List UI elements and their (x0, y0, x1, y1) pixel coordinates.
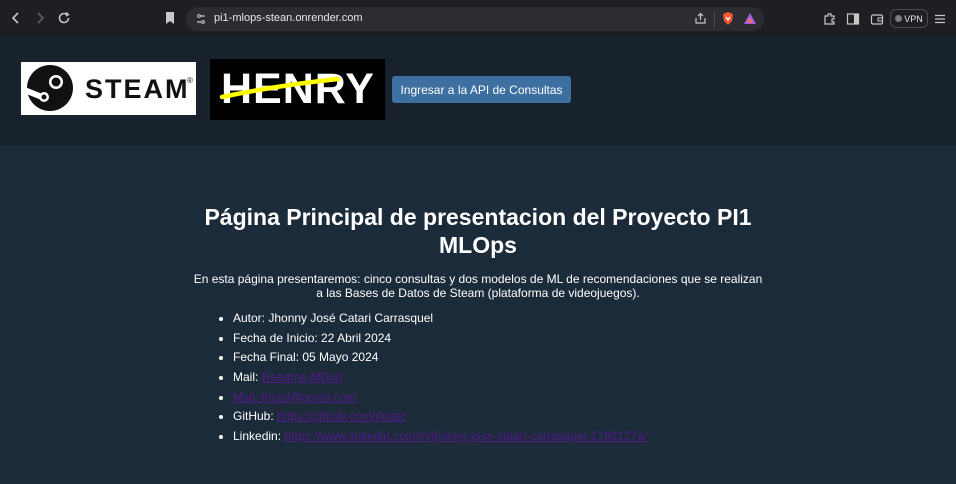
github-label: GitHub: (233, 409, 278, 424)
steam-registered-mark: ® (187, 76, 193, 85)
url-divider (714, 11, 715, 27)
page-title: Página Principal de presentacion del Pro… (204, 204, 752, 258)
brave-shield-icon[interactable] (721, 11, 735, 26)
address-bar[interactable]: pi1-mlops-stean.onrender.com (186, 7, 764, 31)
reload-button[interactable] (52, 6, 76, 30)
vpn-button[interactable]: VPN (890, 9, 928, 28)
sidebar-toggle-icon[interactable] (846, 12, 860, 26)
henry-logo: HENRY (210, 59, 385, 120)
back-button[interactable] (4, 6, 28, 30)
steam-icon (25, 65, 73, 111)
list-item-start-date: Fecha de Inicio: 22 Abril 2024 (233, 331, 647, 351)
readme-link[interactable]: Readme.MDori (262, 370, 343, 384)
mail-address-link[interactable]: Mail: jhcati@gmail.com (233, 390, 357, 404)
project-info-list: Autor: Jhonny José Catari Carrasquel Fec… (216, 311, 647, 449)
menu-icon[interactable] (933, 12, 947, 26)
list-item-mail-address: Mail: jhcati@gmail.com (233, 390, 647, 410)
list-item-author: Autor: Jhonny José Catari Carrasquel (233, 311, 647, 331)
reload-icon (58, 11, 70, 24)
steam-logo-text: STEAM (85, 74, 190, 104)
bookmark-button[interactable] (158, 6, 182, 30)
chevron-right-icon (37, 12, 45, 24)
henry-underline-stroke (219, 76, 341, 100)
wallet-icon[interactable] (870, 12, 884, 26)
linkedin-link[interactable]: https://www.linkedin.com/in/jhonny-jose-… (284, 429, 647, 443)
end-date-label: Fecha Final: 05 Mayo 2024 (233, 350, 379, 365)
url-text: pi1-mlops-stean.onrender.com (214, 12, 363, 24)
extensions-icon[interactable] (823, 12, 837, 26)
mail-label: Mail: (233, 370, 262, 385)
intro-paragraph: En esta página presentaremos: cinco cons… (193, 272, 763, 300)
site-info-icon[interactable] (195, 13, 207, 25)
forward-button[interactable] (28, 6, 52, 30)
steam-logo: STEAM ® (21, 62, 196, 115)
list-item-mail: Mail: Readme.MDori (233, 370, 647, 390)
vpn-status-icon (895, 15, 903, 22)
list-item-linkedin: Linkedin: https://www.linkedin.com/in/jh… (233, 429, 647, 449)
linkedin-label: Linkedin: (233, 429, 285, 444)
site-header: STEAM ® HENRY Ingresar a la API de Consu… (0, 36, 956, 145)
start-date-label: Fecha de Inicio: 22 Abril 2024 (233, 330, 392, 345)
vpn-label: VPN (904, 13, 923, 24)
chevron-left-icon (11, 12, 19, 24)
browser-toolbar: pi1-mlops-stean.onrender.com VPN (0, 0, 956, 36)
brave-rewards-icon[interactable] (743, 12, 757, 26)
share-icon[interactable] (694, 12, 707, 25)
author-label: Autor: Jhonny José Catari Carrasquel (233, 311, 434, 325)
list-item-github: GitHub: https://github.com/jhcatc (233, 409, 647, 429)
bookmark-icon (166, 12, 174, 24)
list-item-end-date: Fecha Final: 05 Mayo 2024 (233, 350, 647, 370)
api-queries-button[interactable]: Ingresar a la API de Consultas (392, 76, 571, 103)
main-content: Página Principal de presentacion del Pro… (0, 145, 956, 484)
github-link[interactable]: https://github.com/jhcatc (277, 409, 406, 423)
